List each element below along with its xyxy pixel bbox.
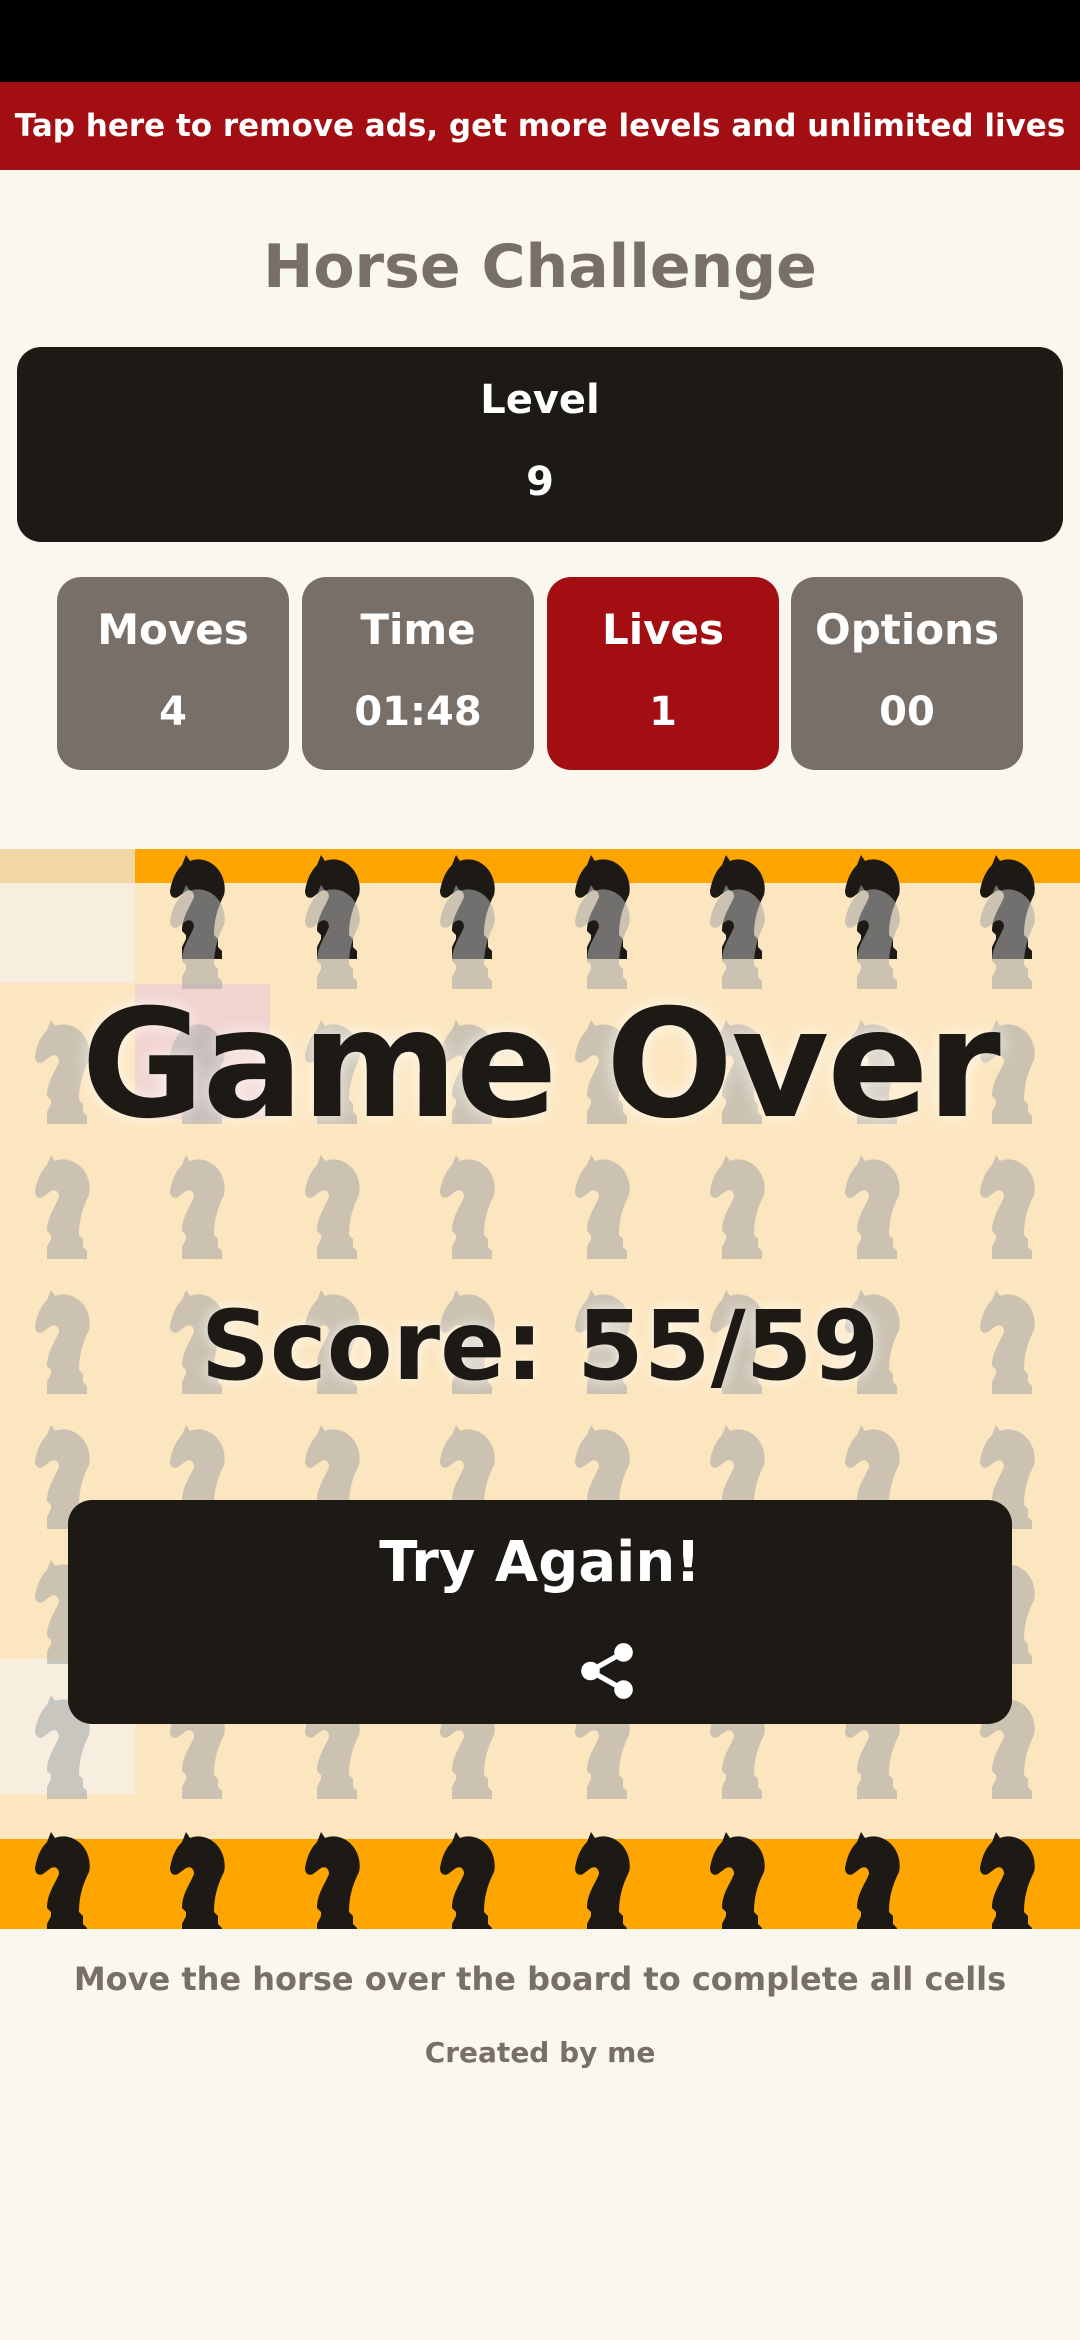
- knight-icon: [170, 1832, 225, 1929]
- board-cell: [0, 849, 135, 883]
- options-button[interactable]: Options 00: [791, 577, 1023, 770]
- time-label: Time: [360, 605, 476, 654]
- try-again-label: Try Again!: [379, 1530, 701, 1595]
- knight-icon: [305, 1832, 360, 1929]
- knight-icon: [440, 1155, 495, 1259]
- moves-card: Moves 4: [57, 577, 289, 770]
- knight-icon: [845, 1155, 900, 1259]
- time-card: Time 01:48: [302, 577, 534, 770]
- board-cell: [0, 883, 135, 983]
- knight-icon: [575, 1832, 630, 1929]
- lives-label: Lives: [601, 605, 725, 654]
- knight-icon: [35, 1155, 90, 1259]
- share-icon[interactable]: [576, 1640, 638, 1702]
- knight-icon: [575, 1155, 630, 1259]
- game-over-title: Game Over: [81, 978, 1001, 1152]
- options-label: Options: [815, 605, 999, 654]
- knight-icon: [305, 1155, 360, 1259]
- knight-icon: [35, 1832, 90, 1929]
- credit-text: Created by me: [424, 2036, 656, 2069]
- knight-icon: [980, 1155, 1035, 1259]
- lives-card: Lives 1: [547, 577, 779, 770]
- knight-icon: [440, 1832, 495, 1929]
- remove-ads-banner[interactable]: Tap here to remove ads, get more levels …: [0, 82, 1080, 170]
- level-label: Level: [480, 377, 600, 423]
- time-value: 01:48: [354, 689, 482, 735]
- knight-icon: [845, 1832, 900, 1929]
- options-value: 00: [879, 689, 935, 735]
- knight-icon: [710, 1155, 765, 1259]
- try-again-button[interactable]: Try Again!: [68, 1500, 1012, 1724]
- remove-ads-text: Tap here to remove ads, get more levels …: [14, 108, 1066, 144]
- knight-icon: [980, 1832, 1035, 1929]
- moves-label: Moves: [97, 605, 249, 654]
- lives-value: 1: [649, 689, 677, 735]
- level-card: Level 9: [17, 347, 1063, 542]
- knight-icon: [710, 1832, 765, 1929]
- moves-value: 4: [159, 689, 187, 735]
- knight-icon: [170, 1155, 225, 1259]
- status-bar: [0, 0, 1080, 82]
- final-score: Score: 55/59: [200, 1290, 880, 1402]
- page-title: Horse Challenge: [263, 232, 817, 302]
- instructions-text: Move the horse over the board to complet…: [73, 1960, 1007, 1998]
- level-value: 9: [526, 459, 554, 505]
